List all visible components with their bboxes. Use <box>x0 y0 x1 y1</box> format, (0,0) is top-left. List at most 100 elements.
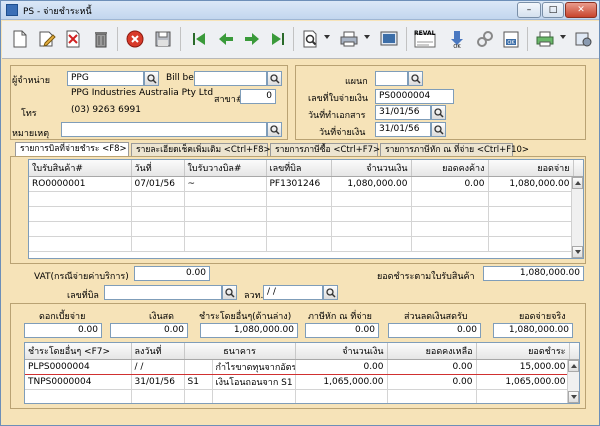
dept-lookup-button[interactable] <box>408 71 423 86</box>
cell-other-payment[interactable]: PLPS0000004 <box>25 358 132 375</box>
payno-input[interactable]: PS0000004 <box>375 89 454 104</box>
bill-table-scrollbar[interactable] <box>571 177 583 258</box>
approve-button[interactable]: OK <box>444 26 470 52</box>
link-button[interactable] <box>472 26 498 52</box>
cell-payment[interactable]: 1,065,000.00 <box>476 374 570 390</box>
cell-receipt-no[interactable]: RO0000001 <box>29 176 132 192</box>
billbe-input[interactable] <box>194 71 267 86</box>
cell-balance[interactable]: 0.00 <box>387 358 477 375</box>
col-date[interactable]: วันที่ <box>131 160 185 177</box>
cell-paid[interactable]: 1,080,000.00 <box>488 176 574 192</box>
tab-bill-payments[interactable]: รายการบิลที่จ่ายชำระ <F8> <box>15 142 129 157</box>
col-paid[interactable]: ยอดจ่าย <box>488 160 574 177</box>
cell-bank-code[interactable] <box>184 358 213 375</box>
total-input[interactable]: 1,080,000.00 <box>483 266 584 281</box>
scroll-up-button[interactable] <box>572 177 583 189</box>
cell-date[interactable]: 07/01/56 <box>131 176 185 192</box>
minimize-button[interactable]: – <box>517 2 541 18</box>
tab-cheque-details[interactable]: รายละเอียดเช็คเพิ่มเติม <Ctrl+F8> <box>131 143 271 157</box>
billbe-lookup-button[interactable] <box>267 71 282 86</box>
docdate-input[interactable]: 31/01/56 <box>375 105 431 120</box>
payno-label: เลขที่ใบจ่ายเงิน <box>308 94 369 104</box>
col-bank[interactable]: ธนาคาร <box>184 343 296 360</box>
cancel-button[interactable] <box>122 26 148 52</box>
scroll-down-button[interactable] <box>572 246 583 258</box>
vendor-code-input[interactable]: PPG <box>67 71 144 86</box>
col-dated[interactable]: ลงวันที่ <box>131 343 185 360</box>
cell-dated[interactable]: 31/01/56 <box>131 374 185 390</box>
remark-lookup-button[interactable] <box>267 122 282 137</box>
scroll-up-button[interactable] <box>568 360 579 372</box>
new-button[interactable] <box>7 26 33 52</box>
vendor-lookup-button[interactable] <box>144 71 159 86</box>
branch-input[interactable]: 0 <box>240 89 276 104</box>
cell-other-amount[interactable]: 1,065,000.00 <box>295 374 388 390</box>
col-amount[interactable]: จำนวนเงิน <box>331 160 412 177</box>
paydate-calendar-button[interactable] <box>431 122 446 137</box>
table-row[interactable]: RO0000001 07/01/56 ~ PF1301246 1,080,000… <box>29 176 583 192</box>
last-record-button[interactable] <box>265 26 291 52</box>
print-button[interactable] <box>336 26 362 52</box>
vat-input[interactable]: 0.00 <box>134 266 210 281</box>
col-receipt-no[interactable]: ใบรับสินค้า# <box>29 160 132 177</box>
tab-purchase-tax[interactable]: รายการภาษีซื้อ <Ctrl+F7> <box>270 143 380 157</box>
maximize-button[interactable]: □ <box>542 2 564 18</box>
taxdate-input[interactable]: / / <box>263 285 323 300</box>
withholding-input[interactable]: 0.00 <box>305 323 379 338</box>
print-dropdown-arrow[interactable] <box>364 35 370 39</box>
col-other-payment[interactable]: ชำระโดยอื่นๆ <F7> <box>25 343 132 360</box>
col-outstanding[interactable]: ยอดคงค้าง <box>411 160 489 177</box>
cell-dated[interactable]: / / <box>131 358 185 375</box>
cell-bill-receipt-no[interactable]: ~ <box>184 176 267 192</box>
scroll-down-button[interactable] <box>568 391 579 403</box>
billno-lookup-button[interactable] <box>222 285 237 300</box>
interest-input[interactable]: 0.00 <box>24 323 102 338</box>
dept-input[interactable] <box>375 71 408 86</box>
cell-bank-name[interactable]: เงินโอนถอนจาก S1 <box>212 374 296 390</box>
delete-document-button[interactable] <box>60 26 86 52</box>
search-dropdown-arrow[interactable] <box>324 35 330 39</box>
tab-withholding-tax[interactable]: รายการภาษีหัก ณ ที่จ่าย <Ctrl+F10> <box>380 143 529 157</box>
billno-input[interactable] <box>104 285 222 300</box>
cell-bill-no[interactable]: PF1301246 <box>266 176 332 192</box>
trash-button[interactable] <box>88 26 114 52</box>
print-secondary-button[interactable] <box>532 26 558 52</box>
cell-bank-name[interactable]: กำไรขาดทุนจากอัตร <box>212 358 296 375</box>
col-bill-receipt-no[interactable]: ใบรับวางบิล# <box>184 160 267 177</box>
cell-other-payment[interactable]: TNPS0000004 <box>25 374 132 390</box>
other-payment-input[interactable]: 1,080,000.00 <box>200 323 298 338</box>
tools-button[interactable] <box>570 26 596 52</box>
toolbar: REVAL OK OK <box>2 21 599 59</box>
cell-outstanding[interactable]: 0.00 <box>411 176 489 192</box>
search-button[interactable] <box>298 26 324 52</box>
save-button[interactable] <box>150 26 176 52</box>
col-bill-no[interactable]: เลขที่บิล <box>266 160 332 177</box>
preview-button[interactable] <box>376 26 402 52</box>
table-row[interactable]: PLPS0000004 / / กำไรขาดทุนจากอัตร 0.00 0… <box>25 358 579 375</box>
previous-record-button[interactable] <box>213 26 239 52</box>
cash-discount-input[interactable]: 0.00 <box>388 323 481 338</box>
first-record-button[interactable] <box>186 26 212 52</box>
table-row[interactable]: TNPS0000004 31/01/56 S1 เงินโอนถอนจาก S1… <box>25 374 579 390</box>
taxdate-calendar-button[interactable] <box>323 285 338 300</box>
close-button[interactable]: ✕ <box>565 2 597 18</box>
actual-paid-input[interactable]: 1,080,000.00 <box>493 323 573 338</box>
col-payment[interactable]: ยอดชำระ <box>476 343 570 360</box>
cell-balance[interactable]: 0.00 <box>387 374 477 390</box>
cell-amount[interactable]: 1,080,000.00 <box>331 176 412 192</box>
docdate-calendar-button[interactable] <box>431 105 446 120</box>
remark-input[interactable] <box>61 122 267 137</box>
edit-button[interactable] <box>34 26 60 52</box>
print-secondary-dropdown-arrow[interactable] <box>560 35 566 39</box>
report-button[interactable]: REVAL <box>410 26 440 52</box>
cell-payment[interactable]: 15,000.00 <box>476 358 570 375</box>
col-other-amount[interactable]: จำนวนเงิน <box>295 343 388 360</box>
col-balance[interactable]: ยอดคงเหลือ <box>387 343 477 360</box>
ok-button[interactable]: OK <box>498 26 524 52</box>
cash-input[interactable]: 0.00 <box>110 323 188 338</box>
cell-other-amount[interactable]: 0.00 <box>295 358 388 375</box>
next-record-button[interactable] <box>239 26 265 52</box>
other-table-scrollbar[interactable] <box>567 360 579 403</box>
paydate-input[interactable]: 31/01/56 <box>375 122 431 137</box>
cell-bank-code[interactable]: S1 <box>184 374 213 390</box>
